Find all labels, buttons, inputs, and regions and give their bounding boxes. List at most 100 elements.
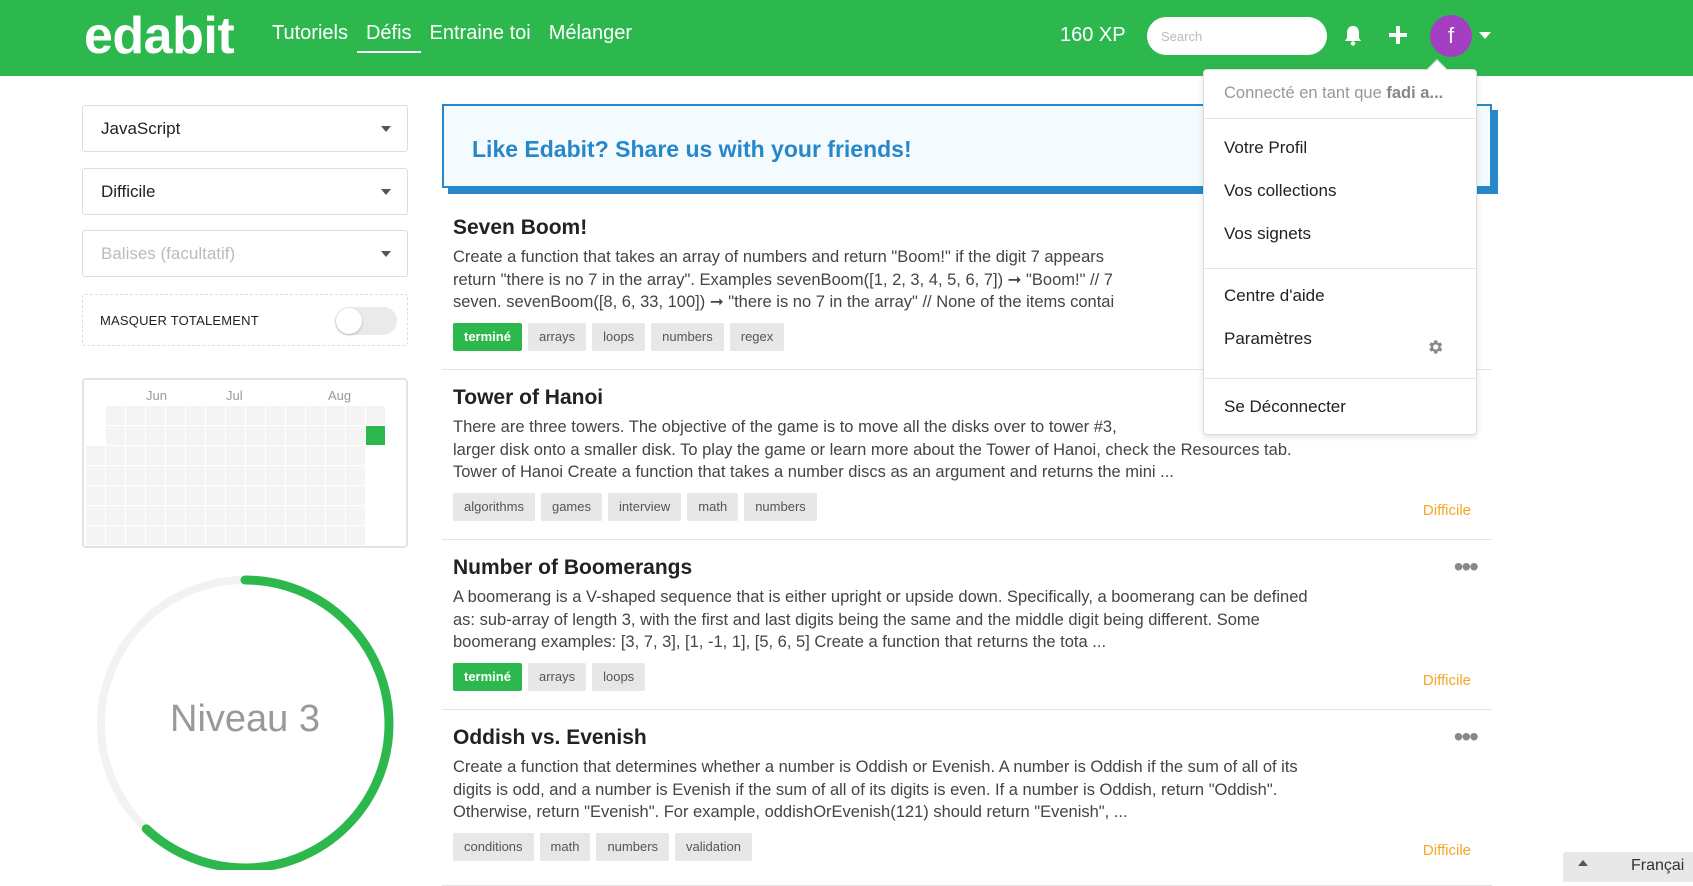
edabit-logo[interactable]: edabit (84, 6, 235, 66)
share-banner-text: Like Edabit? Share us with your friends! (472, 136, 912, 162)
tag-chip[interactable]: regex (729, 323, 785, 351)
heatmap-cell (166, 406, 185, 425)
challenge-title[interactable]: Tower of Hanoi (453, 386, 603, 410)
heatmap-cell (326, 426, 345, 445)
tag-chip[interactable]: math (687, 493, 739, 521)
heatmap-cell (106, 486, 125, 505)
heatmap-cell (186, 486, 205, 505)
activity-heatmap: Jun Jul Aug (82, 378, 408, 548)
menu-divider (1204, 378, 1476, 379)
heatmap-cell (126, 406, 145, 425)
heatmap-cell (186, 406, 205, 425)
difficulty-label: Difficile (1422, 502, 1471, 519)
nav-shuffle[interactable]: Mélanger (549, 22, 632, 53)
tag-chip[interactable]: interview (608, 493, 682, 521)
difficulty-select[interactable]: Difficile (82, 168, 408, 215)
heatmap-cell (266, 426, 285, 445)
menu-settings[interactable]: Paramètres (1224, 329, 1312, 349)
heatmap-cell (286, 526, 305, 545)
heatmap-month: Jun (146, 388, 167, 403)
heatmap-cell (346, 486, 365, 505)
nav-practice[interactable]: Entraine toi (430, 22, 531, 53)
tag-chip[interactable]: conditions (453, 833, 534, 861)
heatmap-cell (166, 426, 185, 445)
completed-badge[interactable]: terminé (453, 663, 522, 691)
heatmap-cell (246, 526, 265, 545)
challenge-title[interactable]: Number of Boomerangs (453, 556, 692, 580)
plus-icon[interactable] (1387, 24, 1409, 46)
challenge-card[interactable]: Number of Boomerangs A boomerang is a V-s… (442, 553, 1492, 710)
challenge-card[interactable]: Oddish vs. Evenish Create a function that… (442, 723, 1492, 886)
challenge-title[interactable]: Seven Boom! (453, 216, 587, 240)
more-dots-icon[interactable]: ••• (1454, 553, 1479, 581)
heatmap-cell (86, 446, 105, 465)
more-dots-icon[interactable]: ••• (1454, 723, 1479, 751)
tag-chip[interactable]: games (540, 493, 602, 521)
heatmap-cell (266, 506, 285, 525)
heatmap-cell (266, 446, 285, 465)
heatmap-cell (306, 406, 325, 425)
heatmap-cell (86, 506, 105, 525)
tag-chip[interactable]: math (539, 833, 591, 861)
user-avatar[interactable]: f (1430, 15, 1472, 57)
completed-badge[interactable]: terminé (453, 323, 522, 351)
tag-chip[interactable]: loops (592, 663, 646, 691)
heatmap-cell (206, 466, 225, 485)
tag-chip[interactable]: numbers (744, 493, 817, 521)
heatmap-cell (286, 406, 305, 425)
chevron-down-icon (381, 251, 391, 257)
signed-in-user: fadi a... (1386, 84, 1444, 102)
heatmap-cell (126, 466, 145, 485)
signed-in-prefix: Connecté en tant que (1224, 84, 1382, 102)
tag-chip[interactable]: algorithms (453, 493, 535, 521)
challenge-description: Create a function that determines whethe… (453, 756, 1433, 824)
language-switcher[interactable]: Françai (1563, 852, 1693, 882)
challenge-description-line: Tower of Hanoi Create a function that ta… (453, 463, 1174, 481)
heatmap-cell (326, 446, 345, 465)
menu-profile[interactable]: Votre Profil (1224, 138, 1307, 158)
nav-tutorials[interactable]: Tutoriels (272, 22, 348, 53)
heatmap-cell (86, 486, 105, 505)
heatmap-cell (226, 526, 245, 545)
menu-logout[interactable]: Se Déconnecter (1224, 397, 1346, 417)
hide-completed-toggle[interactable] (335, 307, 397, 335)
heatmap-cell (346, 446, 365, 465)
menu-collections[interactable]: Vos collections (1224, 181, 1336, 201)
heatmap-cell (306, 466, 325, 485)
chevron-down-icon[interactable] (1479, 32, 1491, 39)
menu-help-center[interactable]: Centre d'aide (1224, 286, 1325, 306)
tag-chip[interactable]: arrays (527, 323, 587, 351)
tag-chip[interactable]: arrays (527, 663, 587, 691)
heatmap-cell (346, 526, 365, 545)
tag-chip[interactable]: validation (675, 833, 752, 861)
heatmap-cell (326, 506, 345, 525)
heatmap-cell (146, 406, 165, 425)
heatmap-cell (166, 486, 185, 505)
difficulty-select-value: Difficile (101, 182, 156, 201)
heatmap-cell (166, 526, 185, 545)
tag-chip[interactable]: loops (592, 323, 646, 351)
heatmap-cell (86, 466, 105, 485)
heatmap-cell (146, 426, 165, 445)
tag-chip[interactable]: numbers (596, 833, 670, 861)
challenge-description-line: as: sub-array of length 3, with the firs… (453, 610, 1260, 629)
search-input[interactable] (1147, 17, 1327, 55)
bell-icon[interactable] (1343, 24, 1363, 46)
xp-counter: 160 XP (1060, 24, 1126, 46)
heatmap-cell (326, 526, 345, 545)
heatmap-cell (306, 426, 325, 445)
menu-divider (1204, 268, 1476, 269)
challenge-title[interactable]: Oddish vs. Evenish (453, 726, 647, 750)
tags-select[interactable]: Balises (facultatif) (82, 230, 408, 277)
heatmap-cell (106, 446, 125, 465)
heatmap-cell (346, 406, 365, 425)
heatmap-cell (346, 426, 365, 445)
heatmap-cell (306, 526, 325, 545)
tag-chip[interactable]: numbers (651, 323, 724, 351)
menu-bookmarks[interactable]: Vos signets (1224, 224, 1311, 244)
language-select[interactable]: JavaScript (82, 105, 408, 152)
heatmap-cell (366, 426, 385, 445)
heatmap-cell (106, 466, 125, 485)
nav-challenges[interactable]: Défis (356, 22, 421, 53)
gear-icon (1429, 340, 1443, 354)
